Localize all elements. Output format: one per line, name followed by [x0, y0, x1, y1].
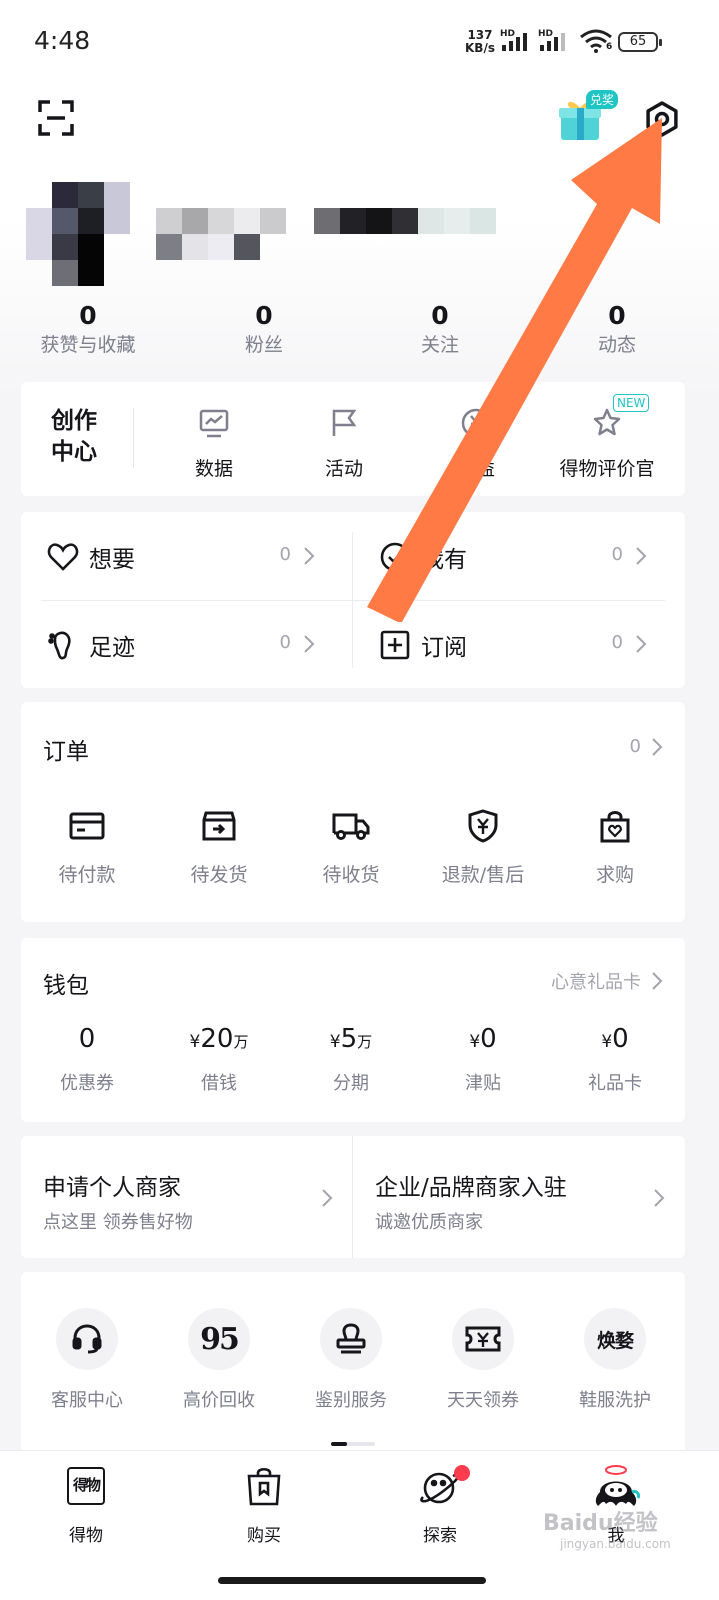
collection-subscribe[interactable]: 订阅 0: [353, 600, 663, 688]
wallet-installment[interactable]: ¥5万 分期: [285, 1022, 417, 1095]
shopping-bag-icon: [204, 1461, 324, 1511]
notification-dot: [454, 1465, 470, 1481]
gift-badge: 兑奖: [586, 90, 619, 109]
wash-care-icon: 焕婺: [584, 1308, 646, 1370]
order-to-receive[interactable]: 待收货: [285, 806, 417, 887]
order-wanted[interactable]: 求购: [549, 806, 681, 887]
stat-likes[interactable]: 0 获赞与收藏: [13, 300, 163, 358]
service-recycle[interactable]: 95 高价回收: [153, 1308, 285, 1412]
settings-gear-icon[interactable]: [644, 101, 680, 137]
avatar[interactable]: [26, 182, 132, 288]
service-authentication[interactable]: 鉴别服务: [285, 1308, 417, 1412]
order-unpaid[interactable]: 待付款: [21, 806, 153, 887]
wifi-icon: 6: [578, 28, 614, 58]
box-icon: [153, 806, 285, 846]
recycle-95-icon: 95: [188, 1308, 250, 1370]
username: [156, 208, 496, 262]
dewu-logo-icon: 得物: [26, 1461, 146, 1511]
battery-indicator: 65: [618, 32, 662, 52]
truck-icon: [285, 806, 417, 846]
service-customer-center[interactable]: 客服中心: [21, 1308, 153, 1412]
tab-dewu[interactable]: 得物 得物: [26, 1461, 146, 1546]
orders-title[interactable]: 订单: [43, 732, 89, 766]
tab-explore[interactable]: 探索: [380, 1461, 500, 1546]
service-wash-care[interactable]: 焕婺 鞋服洗护: [549, 1308, 681, 1412]
order-to-ship[interactable]: 待发货: [153, 806, 285, 887]
wallet-card: 钱包 心意礼品卡 0 优惠券 ¥20万 借钱 ¥5万 分期 ¥0 津贴 ¥0 礼…: [21, 938, 685, 1122]
avatar-octopus-icon: [556, 1461, 676, 1511]
collections-card: 想要 0 我有 0 足迹 0 订阅 0: [21, 512, 685, 688]
footprint-icon: [48, 631, 71, 660]
check-circle-icon: [380, 542, 410, 572]
gift-reward-button[interactable]: 兑奖: [558, 90, 620, 142]
bag-heart-icon: [549, 806, 681, 846]
flag-icon: [279, 402, 409, 444]
chevron-right-icon: [304, 547, 315, 565]
apply-personal-merchant[interactable]: 申请个人商家 点这里 领券售好物: [21, 1136, 353, 1258]
creator-center-title[interactable]: 创作中心: [51, 406, 105, 468]
creator-item-data[interactable]: 数据: [149, 402, 279, 481]
chevron-right-icon: [636, 547, 647, 565]
orders-card: 订单 0 待付款 待发货 待收货 退款/售后 求购: [21, 702, 685, 922]
wallet-gift-card[interactable]: ¥0 礼品卡: [549, 1022, 681, 1095]
stat-fans[interactable]: 0 粉丝: [189, 300, 339, 358]
headset-icon: [56, 1308, 118, 1370]
page-indicator: [331, 1442, 375, 1446]
creator-item-reviewer[interactable]: NEW 得物评价官: [541, 394, 673, 481]
status-time: 4:48: [34, 26, 91, 55]
creator-center-card: 创作中心 数据 活动 收益 NEW 得物评价官: [21, 382, 685, 496]
star-pen-icon: [541, 402, 673, 444]
wallet-title[interactable]: 钱包: [43, 966, 89, 1000]
watermark-url: jingyan.baidu.com: [560, 1537, 671, 1551]
subscribe-plus-icon: [380, 630, 410, 660]
merchant-card: 申请个人商家 点这里 领券售好物 企业/品牌商家入驻 诚邀优质商家: [21, 1136, 685, 1258]
chevron-right-icon: [654, 1189, 665, 1207]
wallet-coupons[interactable]: 0 优惠券: [21, 1022, 153, 1095]
heart-icon: [47, 543, 79, 571]
network-speed: 137 KB/s: [465, 28, 495, 55]
chevron-right-icon: [636, 635, 647, 653]
profile-stats: 0 获赞与收藏 0 粉丝 0 关注 0 动态: [0, 300, 719, 370]
ticket-icon: [452, 1308, 514, 1370]
stat-following[interactable]: 0 关注: [365, 300, 515, 358]
chevron-right-icon: [652, 972, 663, 990]
chevron-right-icon: [322, 1189, 333, 1207]
stamp-icon: [320, 1308, 382, 1370]
yuan-coin-icon: [411, 402, 541, 444]
scan-icon[interactable]: [38, 100, 74, 136]
status-bar: 4:48 137 KB/s HD HD 6 65: [0, 0, 719, 80]
creator-item-earnings[interactable]: 收益: [411, 402, 541, 481]
wallet-loan[interactable]: ¥20万 借钱: [153, 1022, 285, 1095]
new-badge: NEW: [613, 394, 650, 412]
services-card: 客服中心 95 高价回收 鉴别服务 天天领券 焕婺 鞋服洗护: [21, 1272, 685, 1452]
tab-buy[interactable]: 购买: [204, 1461, 324, 1546]
chart-icon: [149, 402, 279, 444]
collection-footprint[interactable]: 足迹 0: [21, 600, 331, 688]
chevron-right-icon: [652, 737, 663, 756]
gift-card-link[interactable]: 心意礼品卡: [551, 968, 663, 994]
home-indicator: [218, 1577, 486, 1584]
watermark: Baidu经验: [543, 1511, 658, 1536]
wallet-allowance[interactable]: ¥0 津贴: [417, 1022, 549, 1095]
orders-all-link[interactable]: 0: [630, 736, 663, 757]
card-icon: [21, 806, 153, 846]
service-daily-coupons[interactable]: 天天领券: [417, 1308, 549, 1412]
shield-yuan-icon: [417, 806, 549, 846]
chevron-right-icon: [304, 635, 315, 653]
collection-want[interactable]: 想要 0: [21, 512, 331, 600]
planet-icon: [380, 1461, 500, 1511]
order-refund[interactable]: 退款/售后: [417, 806, 549, 887]
enterprise-merchant-join[interactable]: 企业/品牌商家入驻 诚邀优质商家: [353, 1136, 685, 1258]
stat-posts[interactable]: 0 动态: [542, 300, 692, 358]
collection-have[interactable]: 我有 0: [353, 512, 663, 600]
divider: [133, 408, 134, 468]
creator-item-activity[interactable]: 活动: [279, 402, 409, 481]
